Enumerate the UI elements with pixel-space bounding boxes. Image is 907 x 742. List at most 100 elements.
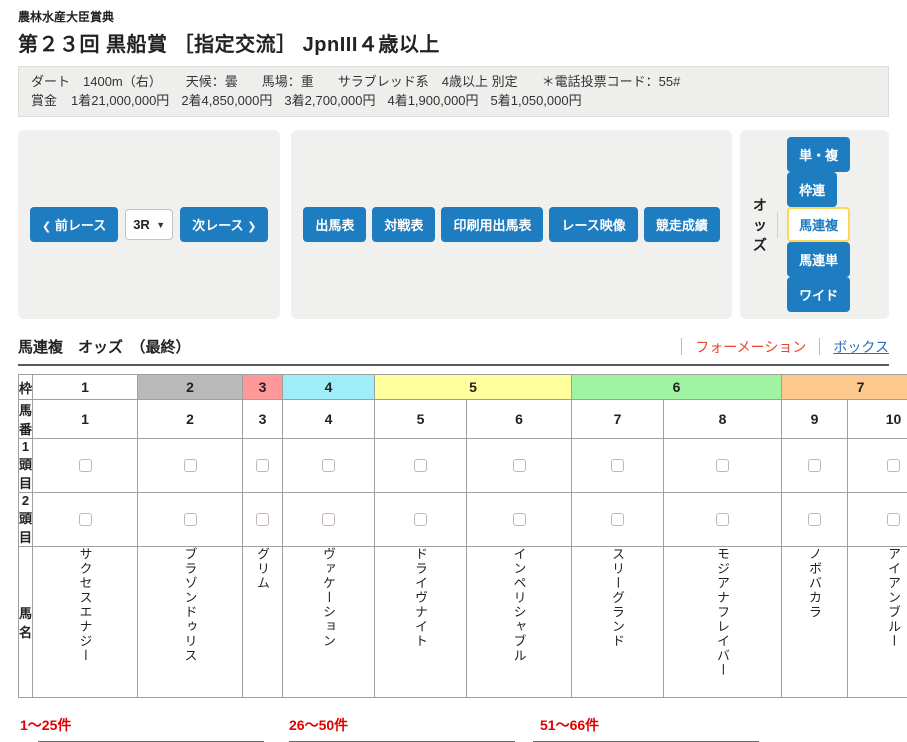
- checkbox-cell: [283, 439, 375, 493]
- horse-number-cell: 4: [283, 400, 375, 439]
- prize-item: 5着1,050,000円: [491, 93, 582, 108]
- chevron-down-icon: ▼: [156, 220, 165, 230]
- checkbox-cell: [572, 493, 664, 547]
- horse-name-cell: インペリシャブル: [467, 547, 572, 698]
- horse-checkbox[interactable]: [808, 459, 821, 472]
- odds-table: 組合せオッズ人気3-6337.026: [289, 741, 515, 742]
- horse-name: ブラゾンドゥリス: [184, 547, 197, 663]
- next-race-button[interactable]: 次レース ❯: [180, 207, 268, 242]
- checkbox-cell: [664, 439, 782, 493]
- race-nav-link[interactable]: 対戦表: [372, 207, 435, 242]
- race-nav-link[interactable]: レース映像: [549, 207, 637, 242]
- frame-cell: 2: [138, 375, 243, 400]
- horse-name-cell: ノボバカラ: [782, 547, 848, 698]
- checkbox-cell: [782, 439, 848, 493]
- horse-selection-table: 枠12345678馬番1234567891011121頭目2頭目馬名サクセスエナ…: [18, 374, 907, 698]
- odds-table: 組合せオッズ人気7-114.61: [38, 741, 264, 742]
- horse-name: スリーグランド: [611, 547, 624, 649]
- horse-name: ノボバカラ: [808, 547, 821, 620]
- horse-checkbox[interactable]: [611, 513, 624, 526]
- odds-result-block: 51～66件組合せオッズ人気2-91497.551: [533, 715, 759, 742]
- horse-checkbox[interactable]: [513, 513, 526, 526]
- horse-name: インペリシャブル: [513, 547, 526, 663]
- frame-cell: 5: [375, 375, 572, 400]
- divider: [819, 338, 820, 355]
- horse-number-cell: 1: [33, 400, 138, 439]
- horse-name: ヴァケーション: [322, 547, 335, 649]
- horse-name: サクセスエナジー: [79, 547, 92, 663]
- horse-checkbox[interactable]: [611, 459, 624, 472]
- horse-name-cell: サクセスエナジー: [33, 547, 138, 698]
- race-number-select[interactable]: 3R ▼: [125, 209, 173, 240]
- odds-results-area: 1～25件組合せオッズ人気7-114.61 26～50件組合せオッズ人気3-633…: [18, 715, 889, 742]
- horse-checkbox[interactable]: [414, 513, 427, 526]
- checkbox-row-label: 2頭目: [19, 493, 33, 547]
- odds-type-button[interactable]: 馬連単: [787, 242, 850, 277]
- horse-name: アイアンブルー: [887, 547, 900, 649]
- horse-checkbox[interactable]: [256, 459, 269, 472]
- horse-name-cell: グリム: [243, 547, 283, 698]
- horse-checkbox[interactable]: [79, 513, 92, 526]
- horse-number-cell: 2: [138, 400, 243, 439]
- horse-number-cell: 8: [664, 400, 782, 439]
- name-row-label: 馬名: [19, 547, 33, 698]
- horse-checkbox[interactable]: [808, 513, 821, 526]
- horse-name-cell: ブラゾンドゥリス: [138, 547, 243, 698]
- horse-checkbox[interactable]: [322, 513, 335, 526]
- number-row-label: 馬番: [19, 400, 33, 439]
- frame-row: 枠12345678: [19, 375, 907, 400]
- horse-checkbox[interactable]: [716, 513, 729, 526]
- horse-number-cell: 10: [848, 400, 907, 439]
- section-links: フォーメーション ボックス: [668, 337, 889, 357]
- odds-type-button[interactable]: 馬連複: [787, 207, 850, 242]
- race-nav-link[interactable]: 出馬表: [303, 207, 366, 242]
- odds-type-button[interactable]: 枠連: [787, 172, 837, 207]
- horse-checkbox[interactable]: [184, 513, 197, 526]
- race-condition-item: 天候：曇: [186, 74, 238, 89]
- prev-race-button[interactable]: ❮ 前レース: [30, 207, 118, 242]
- odds-result-block: 26～50件組合せオッズ人気3-6337.026: [289, 715, 515, 742]
- horse-checkbox[interactable]: [887, 513, 900, 526]
- horse-checkbox[interactable]: [513, 459, 526, 472]
- odds-table: 組合せオッズ人気2-91497.551: [533, 741, 759, 742]
- checkbox-cell: [243, 439, 283, 493]
- horse-number-row: 馬番123456789101112: [19, 400, 907, 439]
- section-header: 馬連複 オッズ （最終） フォーメーション ボックス: [18, 336, 889, 357]
- race-nav-link[interactable]: 印刷用出馬表: [441, 207, 543, 242]
- checkbox-cell: [848, 439, 907, 493]
- divider: [681, 338, 682, 355]
- formation-link[interactable]: フォーメーション: [695, 337, 806, 357]
- odds-type-button[interactable]: 単・複: [787, 137, 850, 172]
- horse-name-cell: ドライヴナイト: [375, 547, 467, 698]
- box-link[interactable]: ボックス: [833, 337, 889, 357]
- race-conditions-line: ダート 1400m（右）天候：曇馬場：重サラブレッド系 4歳以上 別定＊電話投票…: [31, 72, 876, 91]
- horse-number-cell: 5: [375, 400, 467, 439]
- horse-name-cell: モジアナフレイバー: [664, 547, 782, 698]
- frame-row-label: 枠: [19, 375, 33, 400]
- horse-checkbox[interactable]: [887, 459, 900, 472]
- horse-checkbox[interactable]: [256, 513, 269, 526]
- horse-checkbox[interactable]: [414, 459, 427, 472]
- race-condition-item: 馬場：重: [262, 74, 314, 89]
- horse-name-row: 馬名 サクセスエナジー ブラゾンドゥリス グリム ヴァケーション ドライヴナイト インペリシ…: [19, 547, 907, 698]
- horse-checkbox[interactable]: [716, 459, 729, 472]
- odds-block-title: 1～25件: [20, 715, 264, 735]
- horse-checkbox[interactable]: [184, 459, 197, 472]
- horse-checkbox[interactable]: [79, 459, 92, 472]
- prize-item: 4着1,900,000円: [387, 93, 478, 108]
- prize-line: 賞金1着21,000,000円2着4,850,000円3着2,700,000円4…: [31, 91, 876, 110]
- horse-name-cell: アイアンブルー: [848, 547, 907, 698]
- checkbox-cell: [467, 493, 572, 547]
- second-horse-checkbox-row: 2頭目: [19, 493, 907, 547]
- frame-cell: 7: [782, 375, 907, 400]
- race-nav-link[interactable]: 競走成績: [644, 207, 720, 242]
- section-title: 馬連複 オッズ （最終）: [18, 336, 191, 357]
- checkbox-row-label: 1頭目: [19, 439, 33, 493]
- chevron-right-icon: ❯: [247, 221, 256, 233]
- horse-number-cell: 9: [782, 400, 848, 439]
- odds-type-button[interactable]: ワイド: [787, 277, 850, 312]
- navigation-row: ❮ 前レース 3R ▼ 次レース ❯ 出馬表対戦表印刷用出馬表レース映像競走成績…: [18, 130, 889, 319]
- horse-checkbox[interactable]: [322, 459, 335, 472]
- checkbox-cell: [375, 439, 467, 493]
- prize-item: 1着21,000,000円: [71, 93, 169, 108]
